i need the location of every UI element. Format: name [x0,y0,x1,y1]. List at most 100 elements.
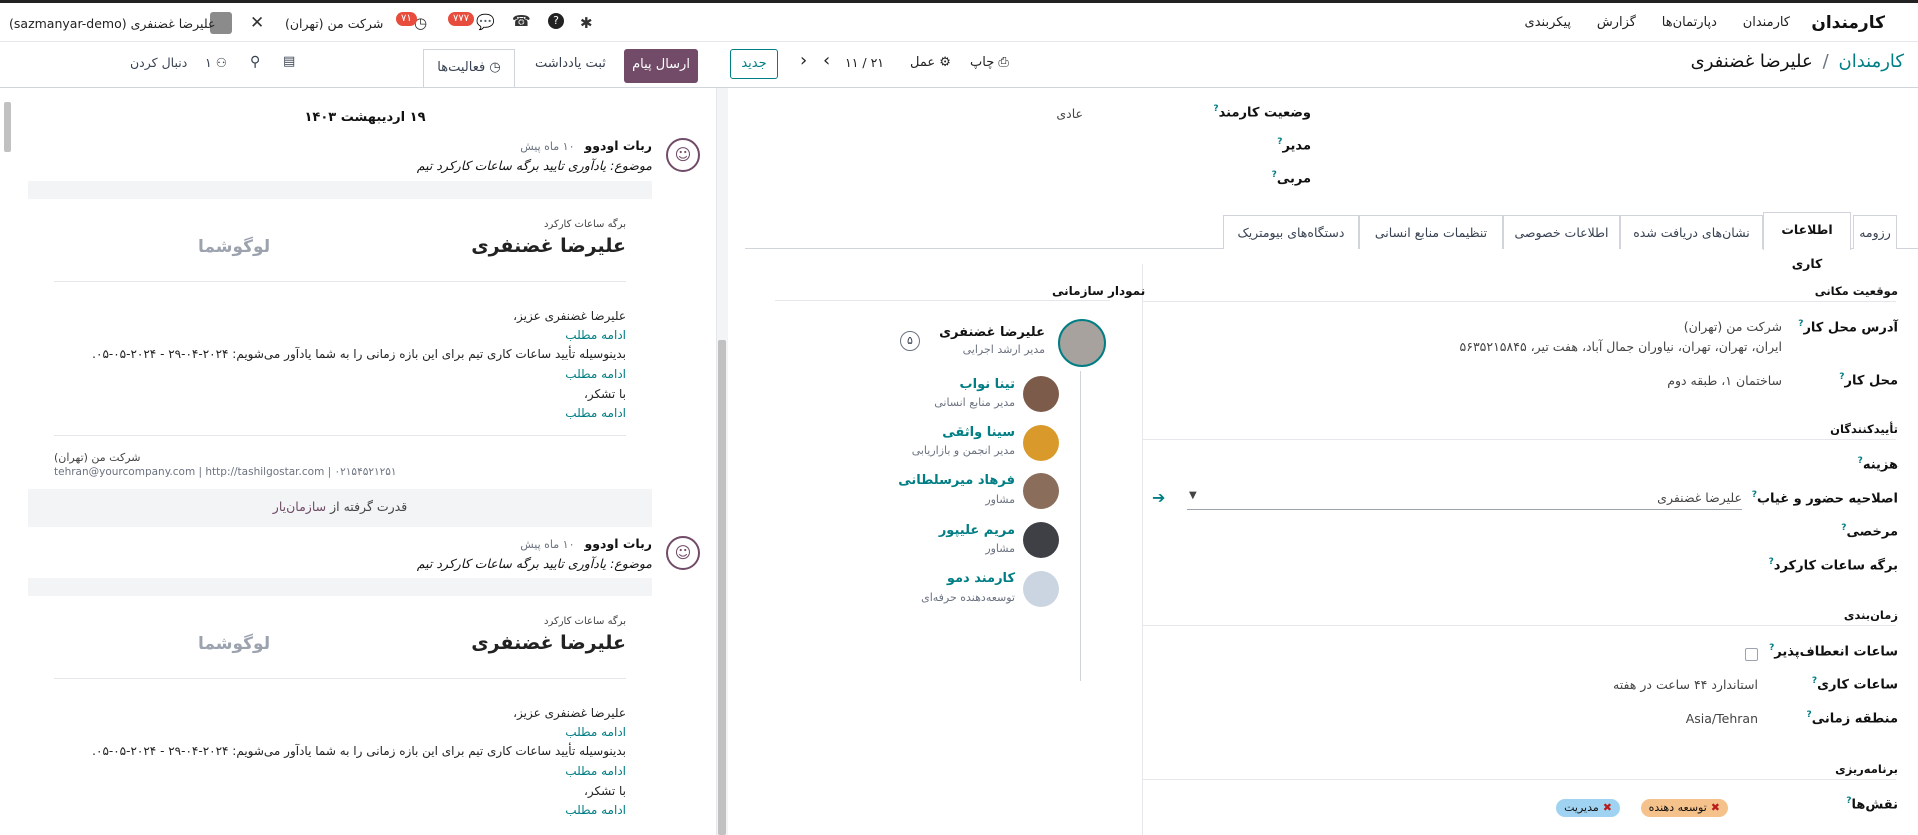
employee-status-value[interactable]: عادی [1056,106,1083,121]
read-more-link[interactable]: ادامه مطلب [565,764,626,778]
book-icon[interactable]: ▤ [283,54,295,69]
clock-small-icon: ◷ [489,60,501,75]
read-more-link[interactable]: ادامه مطلب [565,367,626,381]
chatter-pane: ۱۹ اردیبهشت ۱۴۰۳ ☺ ربات اودوو ۱۰ ماه پیش… [0,88,727,835]
read-more-link[interactable]: ادامه مطلب [565,406,626,420]
org-self-name[interactable]: علیرضا غضنفری [915,325,1045,340]
approvers-section-title: تأییدکنندگان [1830,422,1898,436]
org-member-avatar[interactable] [1023,522,1059,558]
arrow-link-icon[interactable]: ➔ [1152,488,1165,507]
org-member-avatar[interactable] [1023,473,1059,509]
org-member-name[interactable]: تینا نواب [825,377,1015,392]
breadcrumb: کارمندان / علیرضا غضنفری [1691,51,1904,72]
send-message-button[interactable]: ارسال پیام [624,49,698,83]
work-address-company[interactable]: شرکت من (تهران) [1684,319,1782,334]
message-subject: موضوع: یادآوری تایید برگه ساعات کارکرد ت… [416,556,652,571]
topnav-item-reports[interactable]: گزارش [1597,15,1636,30]
tab-work-info[interactable]: اطلاعات کاری [1763,212,1851,271]
org-self-avatar[interactable] [1058,319,1106,367]
org-member-avatar[interactable] [1023,571,1059,607]
attendance-field[interactable]: علیرضا غضنفری ▼ [1187,488,1742,510]
pane-scrollbar-thumb[interactable] [718,340,726,835]
tab-resume[interactable]: رزومه [1853,215,1897,249]
tab-badges[interactable]: نشان‌های دریافت شده [1620,215,1763,249]
org-member-job: مدیر انجمن و بازاریابی [911,444,1015,457]
message-time: ۱۰ ماه پیش [520,538,575,551]
powered-link[interactable]: سازمان‌یار [273,499,326,514]
pager-prev-icon[interactable]: ‹ [800,50,807,71]
topnav-item-employees[interactable]: کارمندان [1743,15,1790,30]
role-tag-label: توسعه دهنده [1648,801,1707,814]
gear-icon: ⚙ [939,55,951,70]
topnav-item-departments[interactable]: دپارتمان‌ها [1662,15,1717,30]
thanks-text: با تشکر، [584,784,626,798]
log-note-button[interactable]: ثبت یادداشت [535,56,606,71]
footer-contact: tehran@yourcompany.com | http://tashilgo… [54,466,397,478]
org-member-job: مشاور [985,542,1015,555]
flex-hours-checkbox[interactable] [1745,648,1758,661]
close-icon[interactable]: ✖ [1711,801,1720,814]
odoobot-avatar: ☺ [666,536,700,570]
user-menu[interactable]: علیرضا غضنفری (sazmanyar-demo) [9,16,215,31]
pager-next-icon[interactable]: › [823,50,830,71]
org-subordinates-count[interactable]: ۵ [900,331,920,351]
working-hours-label: ساعات کاری? [1811,676,1898,693]
org-member-name[interactable]: سینا واثقی [825,425,1015,440]
org-member-name[interactable]: کارمند دمو [825,571,1015,586]
close-icon[interactable]: ✖ [1603,801,1612,814]
message-time: ۱۰ ماه پیش [520,140,575,153]
work-address-label: آدرس محل کار? [1798,319,1898,336]
activities-button[interactable]: ◷ فعالیت‌ها [423,49,515,87]
tab-hr-settings[interactable]: تنظیمات منابع انسانی [1359,215,1503,249]
timezone-value[interactable]: Asia/Tehran [1686,711,1758,726]
company-logo: لوگوشما [198,237,271,257]
thanks-text: با تشکر، [584,387,626,401]
breadcrumb-parent[interactable]: کارمندان [1839,51,1905,72]
work-location-value[interactable]: ساختمان ۱، طبقه دوم [1667,373,1782,388]
action-button[interactable]: ⚙ عمل [910,55,951,70]
message-card: برگه ساعات کارکرد علیرضا غضنفری لوگوشما … [28,578,652,835]
chat-icon[interactable]: 💬 [476,13,495,31]
app-name[interactable]: کارمندان [1811,13,1885,33]
message-subject: موضوع: یادآوری تایید برگه ساعات کارکرد ت… [416,158,652,173]
activities-label: فعالیت‌ها [437,60,486,75]
paperclip-icon[interactable]: ⚲ [250,54,260,70]
org-member-name[interactable]: مریم علیپور [825,523,1015,538]
role-tag[interactable]: ✖ توسعه دهنده [1640,799,1728,817]
org-member-avatar[interactable] [1023,425,1059,461]
topnav-item-config[interactable]: پیکربندی [1525,15,1571,30]
org-member-job: مشاور [985,493,1015,506]
footer-company: شرکت من (تهران) [54,451,141,464]
chevron-down-icon[interactable]: ▼ [1189,490,1197,501]
odoobot-avatar: ☺ [666,138,700,172]
read-more-link[interactable]: ادامه مطلب [565,803,626,817]
bug-icon[interactable]: ✱ [580,14,593,32]
followers-button[interactable]: ⚇ ۱ [205,55,227,70]
employee-status-label: وضعیت کارمند? [1213,104,1311,121]
date-separator-label: ۱۹ اردیبهشت ۱۴۰۳ [304,110,426,125]
tools-icon[interactable]: ✕ [250,13,264,33]
date-separator: ۱۹ اردیبهشت ۱۴۰۳ [20,110,710,125]
tab-private-info[interactable]: اطلاعات خصوصی [1503,215,1620,249]
read-more-link[interactable]: ادامه مطلب [565,725,626,739]
read-more-link[interactable]: ادامه مطلب [565,328,626,342]
phone-icon[interactable]: ☎ [512,12,531,30]
action-label: عمل [910,55,936,70]
org-member-name[interactable]: فرهاد میرسلطانی [825,473,1015,488]
chatter-scrollbar[interactable] [4,102,11,152]
company-switcher[interactable]: شرکت من (تهران) [285,16,383,31]
help-icon[interactable]: ? [548,13,564,29]
attendance-label: اصلاحیه حضور و غیاب? [1751,490,1898,507]
org-member-avatar[interactable] [1023,376,1059,412]
new-button[interactable]: جدید [730,49,778,79]
print-button[interactable]: ⎙ چاپ [970,55,1009,70]
follow-button[interactable]: دنبال کردن [130,55,187,70]
location-section-title: موقعیت مکانی [1814,284,1898,298]
message-header: ربات اودوو ۱۰ ماه پیش [520,536,652,551]
tab-biometric[interactable]: دستگاه‌های بیومتریک [1223,215,1359,249]
greeting: علیرضا غضنفری عزیز، [513,706,626,720]
card-caption: برگه ساعات کارکرد [543,616,626,627]
role-tag[interactable]: ✖ مدیریت [1556,799,1620,817]
pager-value[interactable]: ۱۱ / ۲۱ [845,55,884,70]
working-hours-value[interactable]: استاندارد ۴۴ ساعت در هفته [1613,677,1758,692]
